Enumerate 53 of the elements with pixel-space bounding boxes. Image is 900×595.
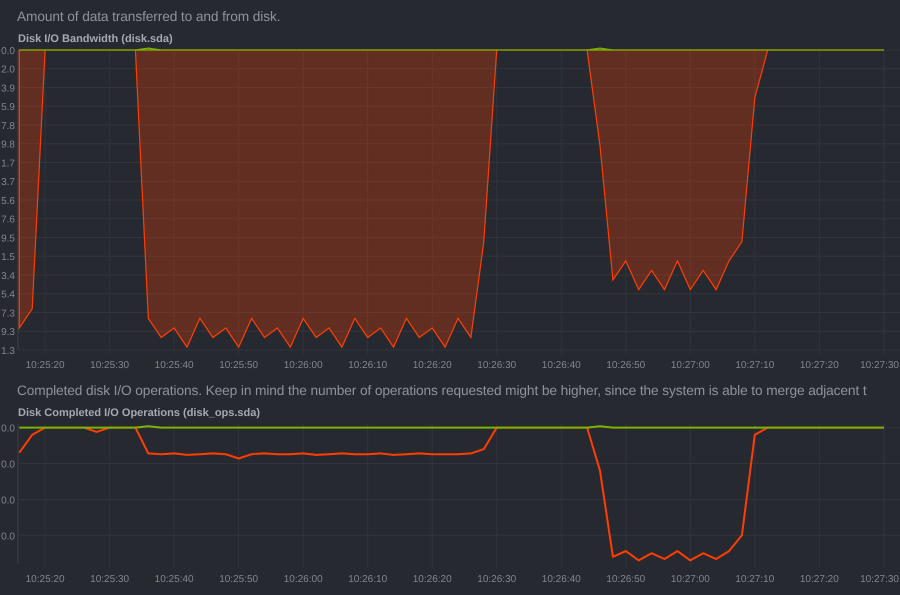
axis-tick-label: 10:25:30 — [90, 360, 130, 371]
chart-description: Completed disk I/O operations. Keep in mind the number of operations requested might be higher, since the system is able to merge adjacent t — [16, 382, 868, 400]
axis-tick-label: 5.6 — [1, 196, 15, 207]
axis-tick-label: 10:27:10 — [735, 574, 774, 585]
axis-tick-label: 10:26:20 — [412, 574, 452, 585]
axis-tick-label: 10:27:20 — [800, 360, 839, 371]
axis-tick-label: 10:25:20 — [26, 360, 65, 371]
axis-tick-label: 9.3 — [1, 327, 15, 338]
axis-tick-label: 1.3 — [1, 346, 15, 357]
axis-tick-label: 10:27:30 — [860, 360, 899, 371]
axis-tick-label: 10:26:40 — [542, 360, 581, 371]
axis-tick-label: 0.0 — [1, 531, 15, 542]
axis-tick-label: 9.8 — [1, 140, 15, 151]
axis-tick-label: 0.0 — [1, 46, 15, 57]
chart-description: Amount of data transferred to and from disk. — [16, 8, 282, 26]
axis-tick-label: 10:25:50 — [219, 574, 258, 585]
axis-tick-label: 1.7 — [1, 158, 15, 170]
axis-tick-label: 0.0 — [1, 459, 15, 470]
axis-tick-label: 3.9 — [1, 84, 15, 94]
axis-tick-label: 10:27:20 — [800, 574, 839, 585]
axis-tick-label: 10:26:40 — [542, 574, 581, 585]
axis-tick-label: 2.0 — [1, 64, 15, 76]
axis-tick-label: 10:26:00 — [284, 574, 323, 585]
chart-title: Disk Completed I/O Operations (disk_ops.sda) — [17, 406, 262, 420]
axis-tick-label: 10:25:20 — [26, 574, 65, 585]
axis-tick-label: 10:26:50 — [606, 574, 646, 585]
axis-tick-label: 10:25:50 — [219, 360, 258, 371]
axis-tick-label: 10:25:30 — [90, 574, 130, 585]
axis-tick-label: 1.5 — [1, 252, 15, 264]
axis-tick-label: 10:25:40 — [154, 574, 194, 585]
axis-tick-label: 3.4 — [1, 270, 15, 282]
axis-tick-label: 10:26:20 — [412, 360, 452, 371]
axis-tick-label: 10:27:00 — [670, 574, 710, 585]
axis-tick-label: 10:26:10 — [348, 574, 388, 585]
axis-tick-label: 7.8 — [1, 121, 15, 132]
axis-tick-label: 10:27:00 — [670, 360, 710, 371]
axis-tick-label: 5.9 — [1, 102, 15, 114]
axis-tick-label: 10:26:30 — [477, 360, 516, 371]
axis-tick-label: 0.0 — [1, 495, 15, 506]
axis-tick-label: 10:26:30 — [477, 574, 516, 585]
axis-tick-label: 10:26:10 — [348, 360, 388, 371]
chart-title: Disk I/O Bandwidth (disk.sda) — [17, 32, 174, 46]
axis-tick-label: 7.6 — [1, 214, 15, 226]
axis-tick-label: 10:26:00 — [284, 360, 323, 371]
axis-tick-label: 10:27:30 — [860, 574, 899, 585]
axis-tick-label: 10:27:10 — [735, 360, 774, 371]
axis-tick-label: 7.3 — [1, 308, 15, 320]
axis-tick-label: 3.7 — [1, 177, 15, 188]
axis-tick-label: 9.5 — [1, 233, 15, 244]
axis-tick-label: 0.0 — [1, 424, 15, 435]
axis-tick-label: 10:26:50 — [606, 360, 646, 371]
axis-tick-label: 10:25:40 — [154, 360, 194, 371]
axis-tick-label: 5.4 — [1, 290, 15, 301]
